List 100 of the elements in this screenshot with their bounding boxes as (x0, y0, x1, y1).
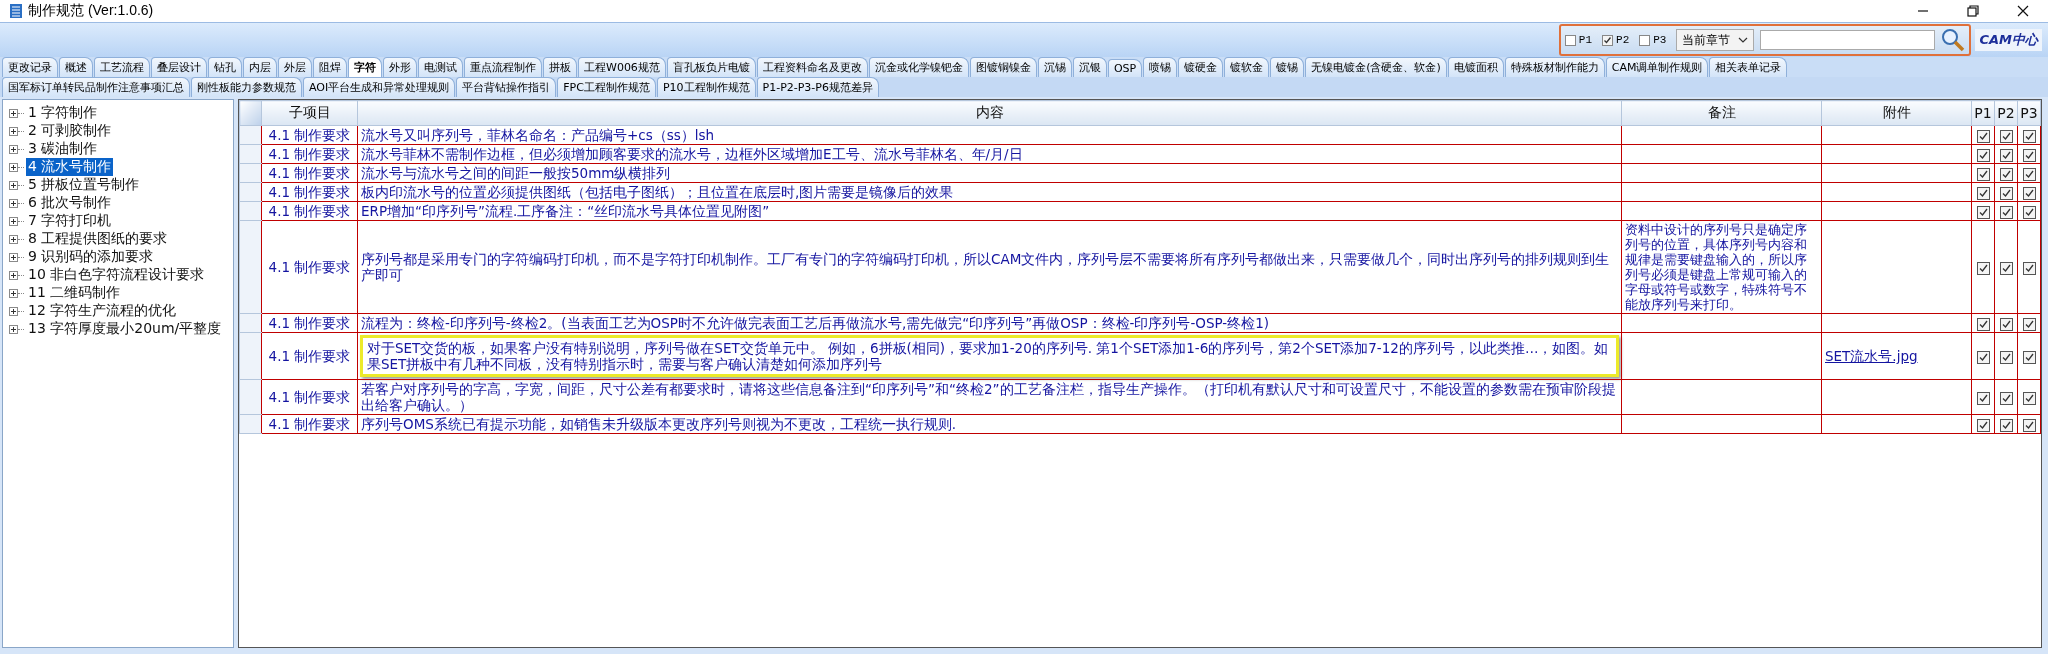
tab[interactable]: FPC工程制作规范 (557, 77, 656, 97)
checkbox[interactable] (1976, 261, 1990, 275)
checkbox[interactable] (2022, 205, 2036, 219)
tab[interactable]: OSP (1107, 59, 1143, 77)
tab[interactable]: P10工程制作规范 (656, 77, 756, 97)
checkbox[interactable] (1976, 418, 1990, 432)
checkbox[interactable] (1976, 186, 1990, 200)
tab[interactable]: 工程W006规范 (578, 57, 666, 77)
tab[interactable]: 无镍电镀金(含硬金、软金) (1305, 57, 1447, 77)
checkbox[interactable] (1976, 391, 1990, 405)
checkbox[interactable] (1999, 350, 2013, 364)
tree-item[interactable]: 4 流水号制作 (26, 158, 114, 176)
scope-dropdown[interactable]: 当前章节 (1676, 29, 1755, 51)
tab[interactable]: 外层 (278, 57, 312, 77)
checkbox[interactable] (2022, 261, 2036, 275)
tab[interactable]: 国军标订单转民品制作注意事项汇总 (2, 77, 190, 97)
tree-item[interactable]: 11 二维码制作 (26, 284, 123, 302)
checkbox[interactable] (1999, 148, 2013, 162)
expand-icon[interactable] (9, 216, 18, 226)
tree-item[interactable]: 8 工程提供图纸的要求 (26, 230, 170, 248)
tab[interactable]: 沉银 (1072, 57, 1107, 77)
tab[interactable]: 阻焊 (313, 57, 347, 77)
search-icon[interactable] (1941, 28, 1966, 52)
expand-icon[interactable] (9, 234, 18, 244)
checkbox[interactable] (1976, 148, 1990, 162)
tab[interactable]: 电镀面积 (1447, 57, 1504, 77)
tab[interactable]: 重点流程制作 (464, 57, 542, 77)
tab[interactable]: 概述 (59, 57, 93, 77)
checkbox[interactable] (1564, 34, 1576, 46)
checkbox[interactable] (1976, 167, 1990, 181)
tab[interactable]: 电测试 (418, 57, 463, 77)
checkbox[interactable] (1976, 205, 1990, 219)
expand-icon[interactable] (9, 288, 18, 298)
row-header[interactable] (239, 220, 262, 314)
tab[interactable]: 沉金或化学镍钯金 (868, 57, 969, 77)
tab[interactable]: 钻孔 (208, 57, 242, 77)
tab[interactable]: 工艺流程 (94, 57, 150, 77)
tree-item[interactable]: 12 字符生产流程的优化 (26, 302, 179, 320)
tab[interactable]: 特殊板材制作能力 (1504, 57, 1605, 77)
tab[interactable]: CAM调单制作规则 (1605, 57, 1709, 77)
checkbox[interactable] (2022, 186, 2036, 200)
checkbox[interactable] (2022, 317, 2036, 331)
checkbox[interactable] (1976, 350, 1990, 364)
checkbox[interactable] (2022, 129, 2036, 143)
checkbox[interactable] (1976, 129, 1990, 143)
tree-item[interactable]: 7 字符打印机 (26, 212, 114, 230)
column-header[interactable]: P2 (1994, 100, 2018, 126)
checkbox[interactable] (2022, 391, 2036, 405)
expand-icon[interactable] (9, 306, 18, 316)
tab[interactable]: 图镀铜镍金 (969, 57, 1037, 77)
tab[interactable]: 沉锡 (1037, 57, 1072, 77)
tab[interactable]: 更改记录 (2, 57, 58, 77)
tab[interactable]: 字符 (348, 57, 382, 77)
tab[interactable]: 镀硬金 (1178, 57, 1224, 77)
checkbox[interactable] (1999, 391, 2013, 405)
checkbox[interactable] (1999, 261, 2013, 275)
tab[interactable]: 外形 (383, 57, 417, 77)
tree-item[interactable]: 5 拼板位置号制作 (26, 176, 142, 194)
column-header[interactable]: 子项目 (261, 100, 358, 126)
checkbox[interactable] (1999, 129, 2013, 143)
column-header[interactable]: P3 (2017, 100, 2041, 126)
tree-item[interactable]: 13 字符厚度最小20um/平整度 (26, 320, 224, 338)
row-header[interactable] (239, 379, 262, 415)
checkbox[interactable] (1999, 167, 2013, 181)
tab[interactable]: AOI平台生成和异常处理规则 (303, 77, 456, 97)
tab[interactable]: 刚性板能力参数规范 (191, 77, 302, 97)
tree-item[interactable]: 6 批次号制作 (26, 194, 114, 212)
checkbox[interactable] (1976, 317, 1990, 331)
checkbox[interactable] (2022, 167, 2036, 181)
checkbox[interactable] (1602, 34, 1614, 46)
expand-icon[interactable] (9, 270, 18, 280)
tab[interactable]: 平台背钻操作指引 (456, 77, 557, 97)
restore-icon[interactable] (1966, 4, 1980, 18)
tab[interactable]: P1-P2-P3-P6规范差异 (756, 77, 879, 97)
tree-item[interactable]: 3 碳油制作 (26, 140, 100, 158)
column-header[interactable]: 附件 (1821, 100, 1972, 126)
tab[interactable]: 相关表单记录 (1709, 57, 1788, 77)
close-icon[interactable] (2016, 4, 2030, 18)
tree-item[interactable]: 10 非白色字符流程设计要求 (26, 266, 207, 284)
checkbox[interactable] (2022, 418, 2036, 432)
checkbox[interactable] (2022, 350, 2036, 364)
tab[interactable]: 拼板 (543, 57, 577, 77)
expand-icon[interactable] (9, 180, 18, 190)
expand-icon[interactable] (9, 144, 18, 154)
expand-icon[interactable] (9, 108, 18, 118)
checkbox[interactable] (1999, 186, 2013, 200)
tab[interactable]: 镀锡 (1270, 57, 1305, 77)
tab[interactable]: 叠层设计 (151, 57, 207, 77)
tab[interactable]: 工程资料命名及更改 (756, 57, 868, 77)
column-header[interactable]: P1 (1971, 100, 1995, 126)
tab[interactable]: 内层 (243, 57, 277, 77)
search-field[interactable] (1760, 30, 1936, 50)
expand-icon[interactable] (9, 324, 18, 334)
tree-item[interactable]: 1 字符制作 (26, 104, 100, 122)
tab[interactable]: 喷锡 (1143, 57, 1178, 77)
checkbox[interactable] (1999, 317, 2013, 331)
tab[interactable]: 盲孔板负片电镀 (666, 57, 756, 77)
expand-icon[interactable] (9, 126, 18, 136)
expand-icon[interactable] (9, 162, 18, 172)
column-header[interactable]: 备注 (1621, 100, 1822, 126)
